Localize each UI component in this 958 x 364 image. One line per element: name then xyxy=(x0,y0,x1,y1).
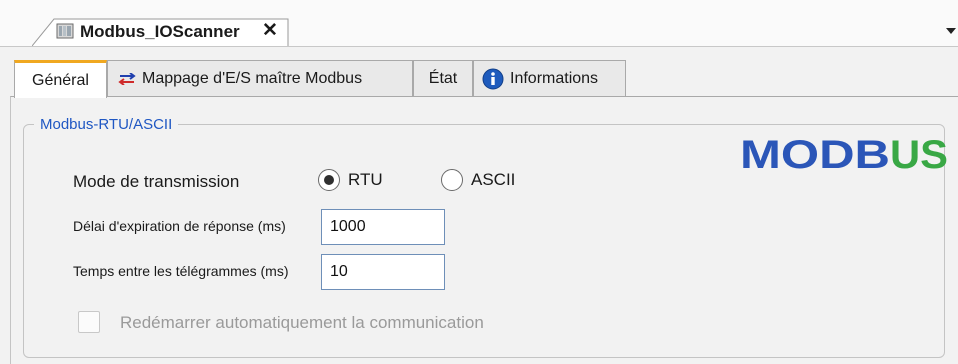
info-icon xyxy=(482,68,504,89)
tab-state-label: État xyxy=(428,69,458,87)
radio-rtu[interactable]: RTU xyxy=(318,169,383,191)
interframe-delay-label: Temps entre les télégrammes (ms) xyxy=(73,263,289,279)
radio-selected-dot xyxy=(324,175,334,185)
radio-rtu-label: RTU xyxy=(348,170,383,189)
group-title: Modbus-RTU/ASCII xyxy=(34,116,179,133)
response-timeout-input[interactable] xyxy=(321,209,445,245)
close-icon[interactable]: ✕ xyxy=(262,20,278,42)
tab-general-label: Général xyxy=(32,71,89,89)
document-tab-bar: Modbus_IOScanner ✕ xyxy=(0,0,958,47)
document-tab-title: Modbus_IOScanner xyxy=(80,22,240,41)
interframe-delay-input[interactable] xyxy=(321,254,445,290)
mapping-arrows-icon xyxy=(118,72,136,85)
radio-rtu-circle[interactable] xyxy=(318,169,340,191)
radio-ascii-circle[interactable] xyxy=(441,169,463,191)
radio-ascii[interactable]: ASCII xyxy=(441,169,515,191)
tab-informations[interactable]: Informations xyxy=(473,60,626,96)
transmission-mode-label: Mode de transmission xyxy=(73,172,240,191)
svg-text:US: US xyxy=(890,134,948,174)
tab-mapping[interactable]: Mappage d'E/S maître Modbus xyxy=(107,60,413,96)
tab-informations-label: Informations xyxy=(510,69,599,87)
auto-restart-checkbox[interactable] xyxy=(78,311,100,333)
response-timeout-label: Délai d'expiration de réponse (ms) xyxy=(73,218,286,234)
device-icon xyxy=(56,23,74,39)
radio-ascii-label: ASCII xyxy=(471,170,516,189)
auto-restart-label: Redémarrer automatiquement la communicat… xyxy=(120,313,484,332)
tab-mapping-label: Mappage d'E/S maître Modbus xyxy=(142,69,363,87)
document-tab[interactable]: Modbus_IOScanner ✕ xyxy=(32,18,290,46)
tab-list-dropdown-icon[interactable] xyxy=(946,28,956,34)
tab-state[interactable]: État xyxy=(413,60,473,96)
svg-text:MODB: MODB xyxy=(740,134,890,174)
modbus-logo: MODB US xyxy=(740,134,948,174)
tab-general[interactable]: Général xyxy=(14,60,107,98)
